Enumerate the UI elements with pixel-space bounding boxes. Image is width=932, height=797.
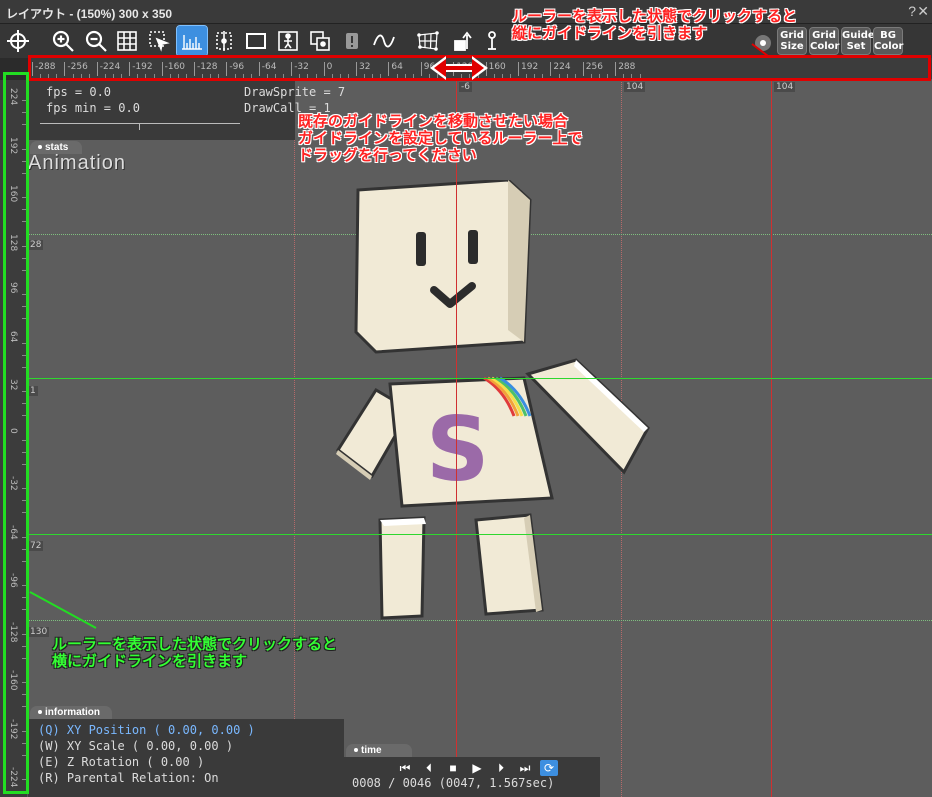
grid-line-v xyxy=(294,80,295,797)
ruler-highlight-box-left xyxy=(3,72,29,794)
frame-icon[interactable] xyxy=(241,26,271,56)
guideline-horizontal[interactable] xyxy=(28,534,932,535)
information-panel: (Q) XY Position ( 0.00, 0.00 ) (W) XY Sc… xyxy=(28,719,344,797)
guide-label: 104 xyxy=(774,82,796,92)
grid-size-label-2: Size xyxy=(780,41,804,52)
guideline-horizontal[interactable] xyxy=(28,378,932,379)
grid-color-label-2: Color xyxy=(810,41,840,52)
zoom-out-icon[interactable] xyxy=(81,26,111,56)
guide-label: 72 xyxy=(28,541,44,551)
guide-label: 104 xyxy=(624,82,646,92)
ruler-icon[interactable] xyxy=(176,25,208,57)
time-readout: 0008 / 0046 (0047, 1.567sec) xyxy=(352,776,555,790)
draw-sprite-value: DrawSprite = 7 xyxy=(244,85,346,99)
export-icon[interactable] xyxy=(447,26,477,56)
stop-icon[interactable]: ■ xyxy=(444,760,462,776)
play-icon[interactable]: ▶ xyxy=(468,760,486,776)
stats-slider-track[interactable] xyxy=(40,123,240,124)
right-arm xyxy=(525,358,650,475)
annotation-mid-1: 既存のガイドラインを移動させたい場合 xyxy=(298,113,569,130)
information-tab[interactable]: information xyxy=(30,706,112,719)
loop-icon[interactable]: ⟳ xyxy=(540,760,558,776)
xy-scale-info[interactable]: (W) XY Scale ( 0.00, 0.00 ) xyxy=(38,739,233,753)
guide-label: 28 xyxy=(28,240,44,250)
bg-color-label-1: BG xyxy=(880,30,896,41)
anchor-icon[interactable] xyxy=(209,26,239,56)
guideline-vertical[interactable] xyxy=(771,80,772,797)
guide-label: -6 xyxy=(459,82,472,92)
parental-relation-info[interactable]: (R) Parental Relation: On xyxy=(38,771,219,785)
playback-controls: ⏮ ⏴ ■ ▶ ⏵ ⏭ ⟳ xyxy=(396,760,558,776)
grid-size-button[interactable]: Grid Size xyxy=(777,27,807,55)
grid-color-label-1: Grid xyxy=(812,30,836,41)
bg-color-button[interactable]: BG Color xyxy=(873,27,903,55)
layout-canvas[interactable]: S -6 104 104 28 1 72 130 xyxy=(28,80,932,797)
close-button[interactable]: ✕ xyxy=(917,3,929,20)
select-cursor-icon[interactable] xyxy=(144,26,174,56)
bg-color-label-2: Color xyxy=(874,41,904,52)
tab-dot-icon xyxy=(354,748,358,753)
time-tab-label: time xyxy=(361,745,382,756)
annotation-mid-3: ドラッグを行ってください xyxy=(298,147,477,164)
guide-label: 130 xyxy=(28,627,50,637)
crosshair-icon[interactable] xyxy=(3,26,33,56)
annotation-top-2: 縦にガイドラインを引きます xyxy=(512,25,708,42)
head xyxy=(354,180,532,354)
warning-icon[interactable] xyxy=(337,26,367,56)
information-tab-label: information xyxy=(45,707,100,718)
grid-size-label-1: Grid xyxy=(780,30,804,41)
step-back-icon[interactable]: ⏴ xyxy=(420,760,438,776)
help-button[interactable]: ? xyxy=(908,3,916,19)
skip-end-icon[interactable]: ⏭ xyxy=(516,760,534,776)
layers-icon[interactable] xyxy=(305,26,335,56)
z-rotation-info[interactable]: (E) Z Rotation ( 0.00 ) xyxy=(38,755,204,769)
time-tab[interactable]: time xyxy=(346,744,412,757)
grid-color-button[interactable]: Grid Color xyxy=(809,27,839,55)
curve-icon[interactable] xyxy=(369,26,399,56)
fps-value: fps = 0.0 xyxy=(46,85,112,99)
right-leg xyxy=(474,513,544,616)
guide-set-label-1: Guide xyxy=(842,30,875,41)
guide-set-label-2: Set xyxy=(846,41,866,52)
annotation-mid-2: ガイドラインを設定しているルーラー上で xyxy=(298,130,583,147)
mesh-icon[interactable] xyxy=(413,26,443,56)
tab-dot-icon xyxy=(38,710,42,715)
eye-icon[interactable] xyxy=(748,26,778,56)
left-leg xyxy=(378,516,426,620)
guide-set-button[interactable]: Guide Set xyxy=(841,27,875,55)
svg-text:S: S xyxy=(426,398,489,501)
figure-icon[interactable] xyxy=(273,26,303,56)
annotation-left-1: ルーラーを表示した状態でクリックすると xyxy=(52,636,338,653)
grid-icon[interactable] xyxy=(112,26,142,56)
ruler-highlight-box-top xyxy=(28,55,931,81)
fps-min-value: fps min = 0.0 xyxy=(46,101,140,115)
animation-label: Animation xyxy=(28,152,126,174)
window-title: レイアウト - (150%) 300 x 350 xyxy=(6,7,173,21)
character-sprite[interactable]: S xyxy=(298,180,658,630)
tab-dot-icon xyxy=(38,145,42,150)
annotation-left-2: 横にガイドラインを引きます xyxy=(52,653,248,670)
skip-start-icon[interactable]: ⏮ xyxy=(396,760,414,776)
step-forward-icon[interactable]: ⏵ xyxy=(492,760,510,776)
guideline-vertical[interactable] xyxy=(456,80,457,797)
stats-slider-knob[interactable] xyxy=(139,124,140,130)
pin-icon[interactable] xyxy=(477,26,507,56)
toolbar: Grid Size Grid Color Guide Set BG Color xyxy=(0,24,932,58)
guide-label: 1 xyxy=(28,386,38,396)
xy-position-info[interactable]: (Q) XY Position ( 0.00, 0.00 ) xyxy=(38,723,255,737)
annotation-top-1: ルーラーを表示した状態でクリックすると xyxy=(512,8,798,25)
zoom-in-icon[interactable] xyxy=(48,26,78,56)
torso: S xyxy=(388,376,554,508)
